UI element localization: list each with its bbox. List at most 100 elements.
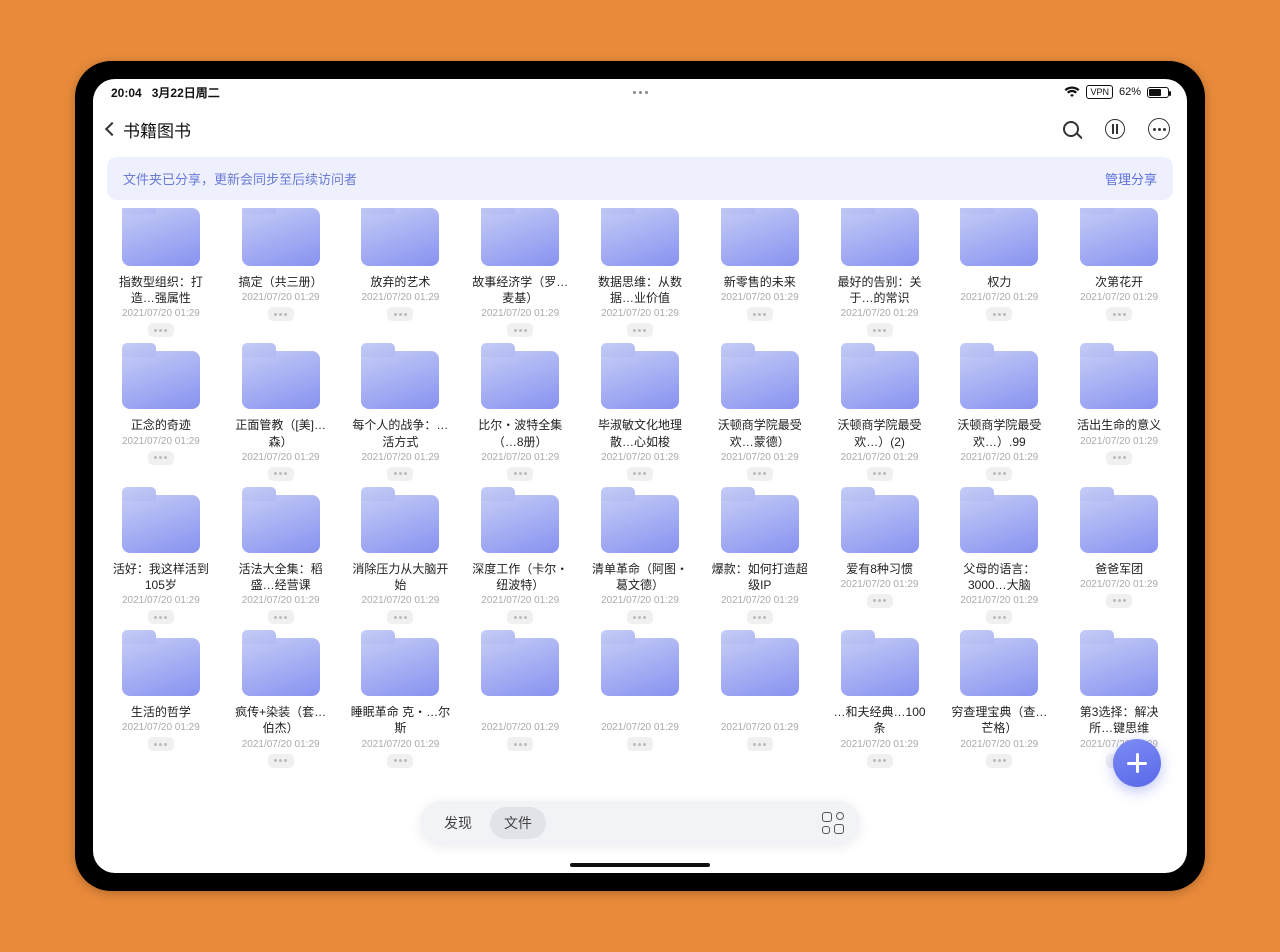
folder-menu-button[interactable] <box>627 323 653 337</box>
folder-item[interactable]: …和夫经典…100条2021/07/20 01:29 <box>826 638 934 767</box>
folder-item[interactable]: 2021/07/20 01:29 <box>706 638 814 767</box>
folder-item[interactable]: 父母的语言：3000…大脑2021/07/20 01:29 <box>945 495 1053 624</box>
folder-name: 故事经济学（罗…麦基） <box>470 274 570 306</box>
folder-item[interactable]: 爸爸军团2021/07/20 01:29 <box>1065 495 1173 624</box>
folder-item[interactable]: 沃顿商学院最受欢…）.992021/07/20 01:29 <box>945 351 1053 480</box>
folder-menu-button[interactable] <box>507 737 533 751</box>
folder-item[interactable]: 每个人的战争：…活方式2021/07/20 01:29 <box>347 351 455 480</box>
folder-item[interactable]: 睡眠革命 克・…尔斯2021/07/20 01:29 <box>347 638 455 767</box>
header-actions <box>1057 115 1173 143</box>
folder-icon <box>122 351 200 409</box>
folder-item[interactable]: 正面管教（[美]…森）2021/07/20 01:29 <box>227 351 335 480</box>
folder-item[interactable]: 正念的奇迹2021/07/20 01:29 <box>107 351 215 480</box>
folder-date: 2021/07/20 01:29 <box>481 452 559 463</box>
add-fab[interactable] <box>1113 739 1161 787</box>
folder-item[interactable]: 权力2021/07/20 01:29 <box>945 208 1053 337</box>
folder-item[interactable]: 指数型组织：打造…强属性2021/07/20 01:29 <box>107 208 215 337</box>
back-button[interactable]: 书籍图书 <box>107 117 191 142</box>
folder-item[interactable]: 放弃的艺术2021/07/20 01:29 <box>347 208 455 337</box>
folder-menu-button[interactable] <box>268 467 294 481</box>
view-apps-button[interactable] <box>822 812 844 834</box>
folder-menu-button[interactable] <box>268 754 294 768</box>
folder-menu-button[interactable] <box>387 307 413 321</box>
home-indicator[interactable] <box>570 863 710 867</box>
folder-item[interactable]: 爱有8种习惯2021/07/20 01:29 <box>826 495 934 624</box>
folder-item[interactable]: 沃顿商学院最受欢…蒙德）2021/07/20 01:29 <box>706 351 814 480</box>
folder-item[interactable]: 活出生命的意义2021/07/20 01:29 <box>1065 351 1173 480</box>
folder-menu-button[interactable] <box>507 467 533 481</box>
folder-menu-button[interactable] <box>507 610 533 624</box>
folder-item[interactable]: 沃顿商学院最受欢…）(2)2021/07/20 01:29 <box>826 351 934 480</box>
folder-item[interactable]: 清单革命（阿图・葛文德）2021/07/20 01:29 <box>586 495 694 624</box>
folder-menu-button[interactable] <box>1106 307 1132 321</box>
folder-menu-button[interactable] <box>627 467 653 481</box>
folder-menu-button[interactable] <box>387 467 413 481</box>
folder-menu-button[interactable] <box>867 594 893 608</box>
status-time: 20:04 <box>111 86 142 100</box>
folder-grid-wrap[interactable]: 指数型组织：打造…强属性2021/07/20 01:29搞定（共三册）2021/… <box>93 208 1187 873</box>
folder-menu-button[interactable] <box>986 307 1012 321</box>
banner-action[interactable]: 管理分享 <box>1105 169 1157 188</box>
folder-menu-button[interactable] <box>387 610 413 624</box>
tab-discover[interactable]: 发现 <box>430 807 486 839</box>
folder-item[interactable]: 疯传+染装（套…伯杰）2021/07/20 01:29 <box>227 638 335 767</box>
folder-item[interactable]: 生活的哲学2021/07/20 01:29 <box>107 638 215 767</box>
folder-menu-button[interactable] <box>867 323 893 337</box>
folder-menu-button[interactable] <box>1106 451 1132 465</box>
folder-menu-button[interactable] <box>627 737 653 751</box>
folder-item[interactable]: 活好：我这样活到105岁2021/07/20 01:29 <box>107 495 215 624</box>
folder-item[interactable]: 消除压力从大脑开始2021/07/20 01:29 <box>347 495 455 624</box>
folder-menu-button[interactable] <box>747 467 773 481</box>
folder-name: 毕淑敏文化地理散…心如梭 <box>590 417 690 449</box>
folder-menu-button[interactable] <box>986 754 1012 768</box>
folder-menu-button[interactable] <box>867 467 893 481</box>
folder-menu-button[interactable] <box>986 467 1012 481</box>
folder-item[interactable]: 最好的告别：关于…的常识2021/07/20 01:29 <box>826 208 934 337</box>
folder-item[interactable]: 活法大全集：稻盛…经营课2021/07/20 01:29 <box>227 495 335 624</box>
folder-item[interactable]: 数据思维：从数据…业价值2021/07/20 01:29 <box>586 208 694 337</box>
folder-item[interactable]: 比尔・波特全集（…8册）2021/07/20 01:29 <box>466 351 574 480</box>
folder-menu-button[interactable] <box>148 323 174 337</box>
sort-button[interactable] <box>1101 115 1129 143</box>
folder-menu-button[interactable] <box>268 610 294 624</box>
folder-menu-button[interactable] <box>747 307 773 321</box>
folder-item[interactable]: 穷查理宝典（查…芒格）2021/07/20 01:29 <box>945 638 1053 767</box>
folder-menu-button[interactable] <box>387 754 413 768</box>
folder-menu-button[interactable] <box>148 610 174 624</box>
folder-icon <box>481 208 559 266</box>
folder-item[interactable]: 毕淑敏文化地理散…心如梭2021/07/20 01:29 <box>586 351 694 480</box>
folder-item[interactable]: 故事经济学（罗…麦基）2021/07/20 01:29 <box>466 208 574 337</box>
folder-icon <box>242 638 320 696</box>
folder-item[interactable]: 爆款：如何打造超级IP2021/07/20 01:29 <box>706 495 814 624</box>
folder-icon <box>601 208 679 266</box>
folder-item[interactable]: 次第花开2021/07/20 01:29 <box>1065 208 1173 337</box>
folder-menu-button[interactable] <box>867 754 893 768</box>
folder-icon <box>721 638 799 696</box>
more-button[interactable] <box>1145 115 1173 143</box>
folder-date: 2021/07/20 01:29 <box>122 722 200 733</box>
folder-name: 疯传+染装（套…伯杰） <box>231 704 331 736</box>
folder-item[interactable]: 搞定（共三册）2021/07/20 01:29 <box>227 208 335 337</box>
folder-item[interactable]: 2021/07/20 01:29 <box>466 638 574 767</box>
folder-item[interactable]: 新零售的未来2021/07/20 01:29 <box>706 208 814 337</box>
folder-menu-button[interactable] <box>507 323 533 337</box>
folder-name: 爆款：如何打造超级IP <box>710 561 810 593</box>
search-button[interactable] <box>1057 115 1085 143</box>
folder-icon <box>481 351 559 409</box>
status-bar: 20:04 3月22日周二 VPN 62% <box>93 79 1187 105</box>
folder-menu-button[interactable] <box>268 307 294 321</box>
folder-item[interactable]: 2021/07/20 01:29 <box>586 638 694 767</box>
folder-icon <box>122 638 200 696</box>
folder-menu-button[interactable] <box>986 610 1012 624</box>
folder-menu-button[interactable] <box>148 451 174 465</box>
tab-files[interactable]: 文件 <box>490 807 546 839</box>
folder-menu-button[interactable] <box>148 737 174 751</box>
folder-name: 正面管教（[美]…森） <box>231 417 331 449</box>
folder-item[interactable]: 深度工作（卡尔・纽波特）2021/07/20 01:29 <box>466 495 574 624</box>
folder-date: 2021/07/20 01:29 <box>841 739 919 750</box>
folder-menu-button[interactable] <box>1106 594 1132 608</box>
folder-menu-button[interactable] <box>747 610 773 624</box>
folder-menu-button[interactable] <box>747 737 773 751</box>
folder-menu-button[interactable] <box>627 610 653 624</box>
folder-date: 2021/07/20 01:29 <box>841 579 919 590</box>
